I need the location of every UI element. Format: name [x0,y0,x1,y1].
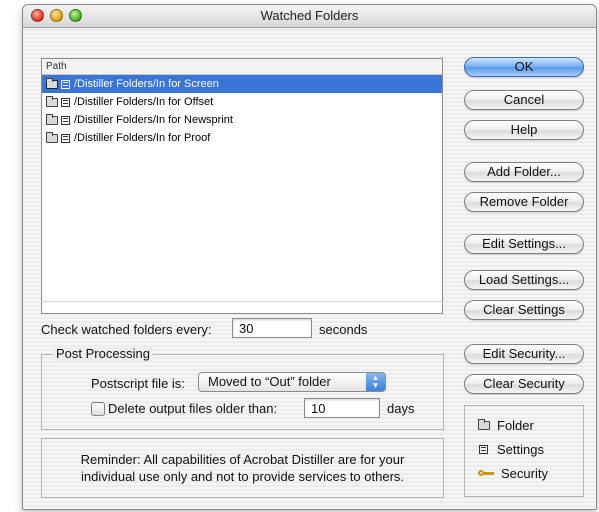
check-interval-input[interactable] [232,318,312,338]
window-title: Watched Folders [260,8,359,23]
folder-icon [46,77,58,89]
edit-security-button[interactable]: Edit Security... [464,344,584,364]
folder-icon [478,419,490,430]
legend-settings-label: Settings [497,442,544,457]
delete-days-unit: days [387,401,415,416]
legend-folder: Folder [478,418,534,433]
delete-days-input[interactable] [304,398,380,418]
list-item[interactable]: /Distiller Folders/In for Newsprint [42,111,442,129]
check-interval-unit: seconds [319,322,368,337]
postscript-action-select[interactable]: Moved to “Out” folder ▲ ▼ [198,372,386,392]
settings-icon [61,97,70,107]
load-settings-button[interactable]: Load Settings... [464,270,584,290]
title-bar[interactable]: Watched Folders [23,5,596,28]
folder-path: /Distiller Folders/In for Offset [74,96,214,108]
list-item[interactable]: /Distiller Folders/In for Offset [42,93,442,111]
settings-icon [61,115,70,125]
folder-icon [46,113,58,125]
postscript-label: Postscript file is: [91,376,185,391]
reminder-box: Reminder: All capabilities of Acrobat Di… [41,438,444,498]
list-item[interactable]: /Distiller Folders/In for Screen [42,75,442,93]
add-folder-button[interactable]: Add Folder... [464,162,584,182]
reminder-line-1: Reminder: All capabilities of Acrobat Di… [80,452,405,467]
folder-path: /Distiller Folders/In for Screen [74,78,219,90]
settings-icon [61,79,70,89]
folder-icon [46,131,58,143]
clear-settings-button[interactable]: Clear Settings [464,300,584,320]
legend-settings: Settings [478,442,544,457]
reminder-line-2: individual use only and not to provide s… [80,469,405,484]
remove-folder-button[interactable]: Remove Folder [464,192,584,212]
key-icon [478,469,495,478]
path-column-header[interactable]: Path [42,59,442,75]
settings-icon [479,445,488,454]
post-processing-group [41,354,444,430]
edit-settings-button[interactable]: Edit Settings... [464,234,584,254]
legend-folder-label: Folder [497,418,534,433]
legend-security: Security [478,466,548,481]
list-item[interactable]: /Distiller Folders/In for Proof [42,129,442,147]
folder-path: /Distiller Folders/In for Newsprint [74,114,233,126]
ok-button[interactable]: OK [464,57,584,77]
check-interval-label: Check watched folders every: [41,322,212,337]
legend-security-label: Security [501,466,548,481]
delete-output-checkbox[interactable] [91,402,105,416]
folder-path: /Distiller Folders/In for Proof [74,132,211,144]
delete-output-label: Delete output files older than: [108,401,278,416]
settings-icon [61,133,70,143]
post-processing-title: Post Processing [53,346,153,361]
icon-legend: Folder Settings Security [464,405,584,497]
cancel-button[interactable]: Cancel [464,90,584,110]
up-down-arrows-icon: ▲ ▼ [366,373,385,391]
watched-folders-list[interactable]: Path /Distiller Folders/In for Screen /D… [41,58,443,314]
help-button[interactable]: Help [464,120,584,140]
postscript-action-value: Moved to “Out” folder [208,374,331,389]
horizontal-scrollbar[interactable] [41,301,443,314]
folder-icon [46,95,58,107]
clear-security-button[interactable]: Clear Security [464,374,584,394]
watched-folders-dialog: Watched Folders Path /Distiller Folders/… [22,4,597,510]
